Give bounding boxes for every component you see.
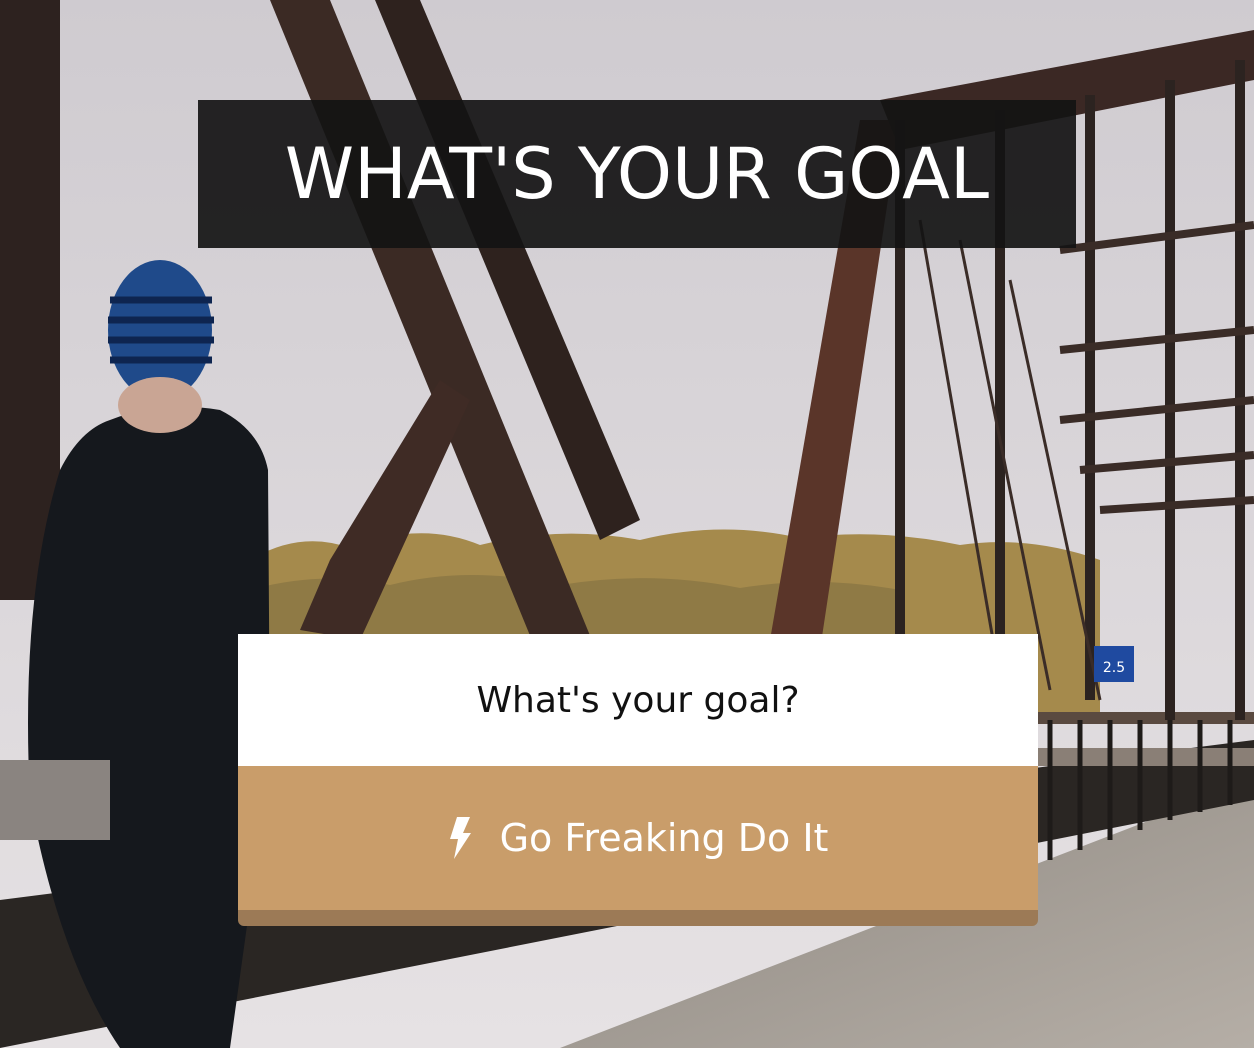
mile-sign: 2.5 — [1103, 660, 1125, 676]
page-title: WHAT'S YOUR GOAL — [284, 133, 990, 215]
goal-form: Go Freaking Do It — [238, 634, 1038, 926]
go-button-label: Go Freaking Do It — [499, 816, 829, 860]
go-freaking-do-it-button[interactable]: Go Freaking Do It — [238, 766, 1038, 926]
lightning-bolt-icon — [448, 817, 472, 859]
title-banner: WHAT'S YOUR GOAL — [198, 100, 1076, 248]
goal-input[interactable] — [238, 634, 1038, 766]
